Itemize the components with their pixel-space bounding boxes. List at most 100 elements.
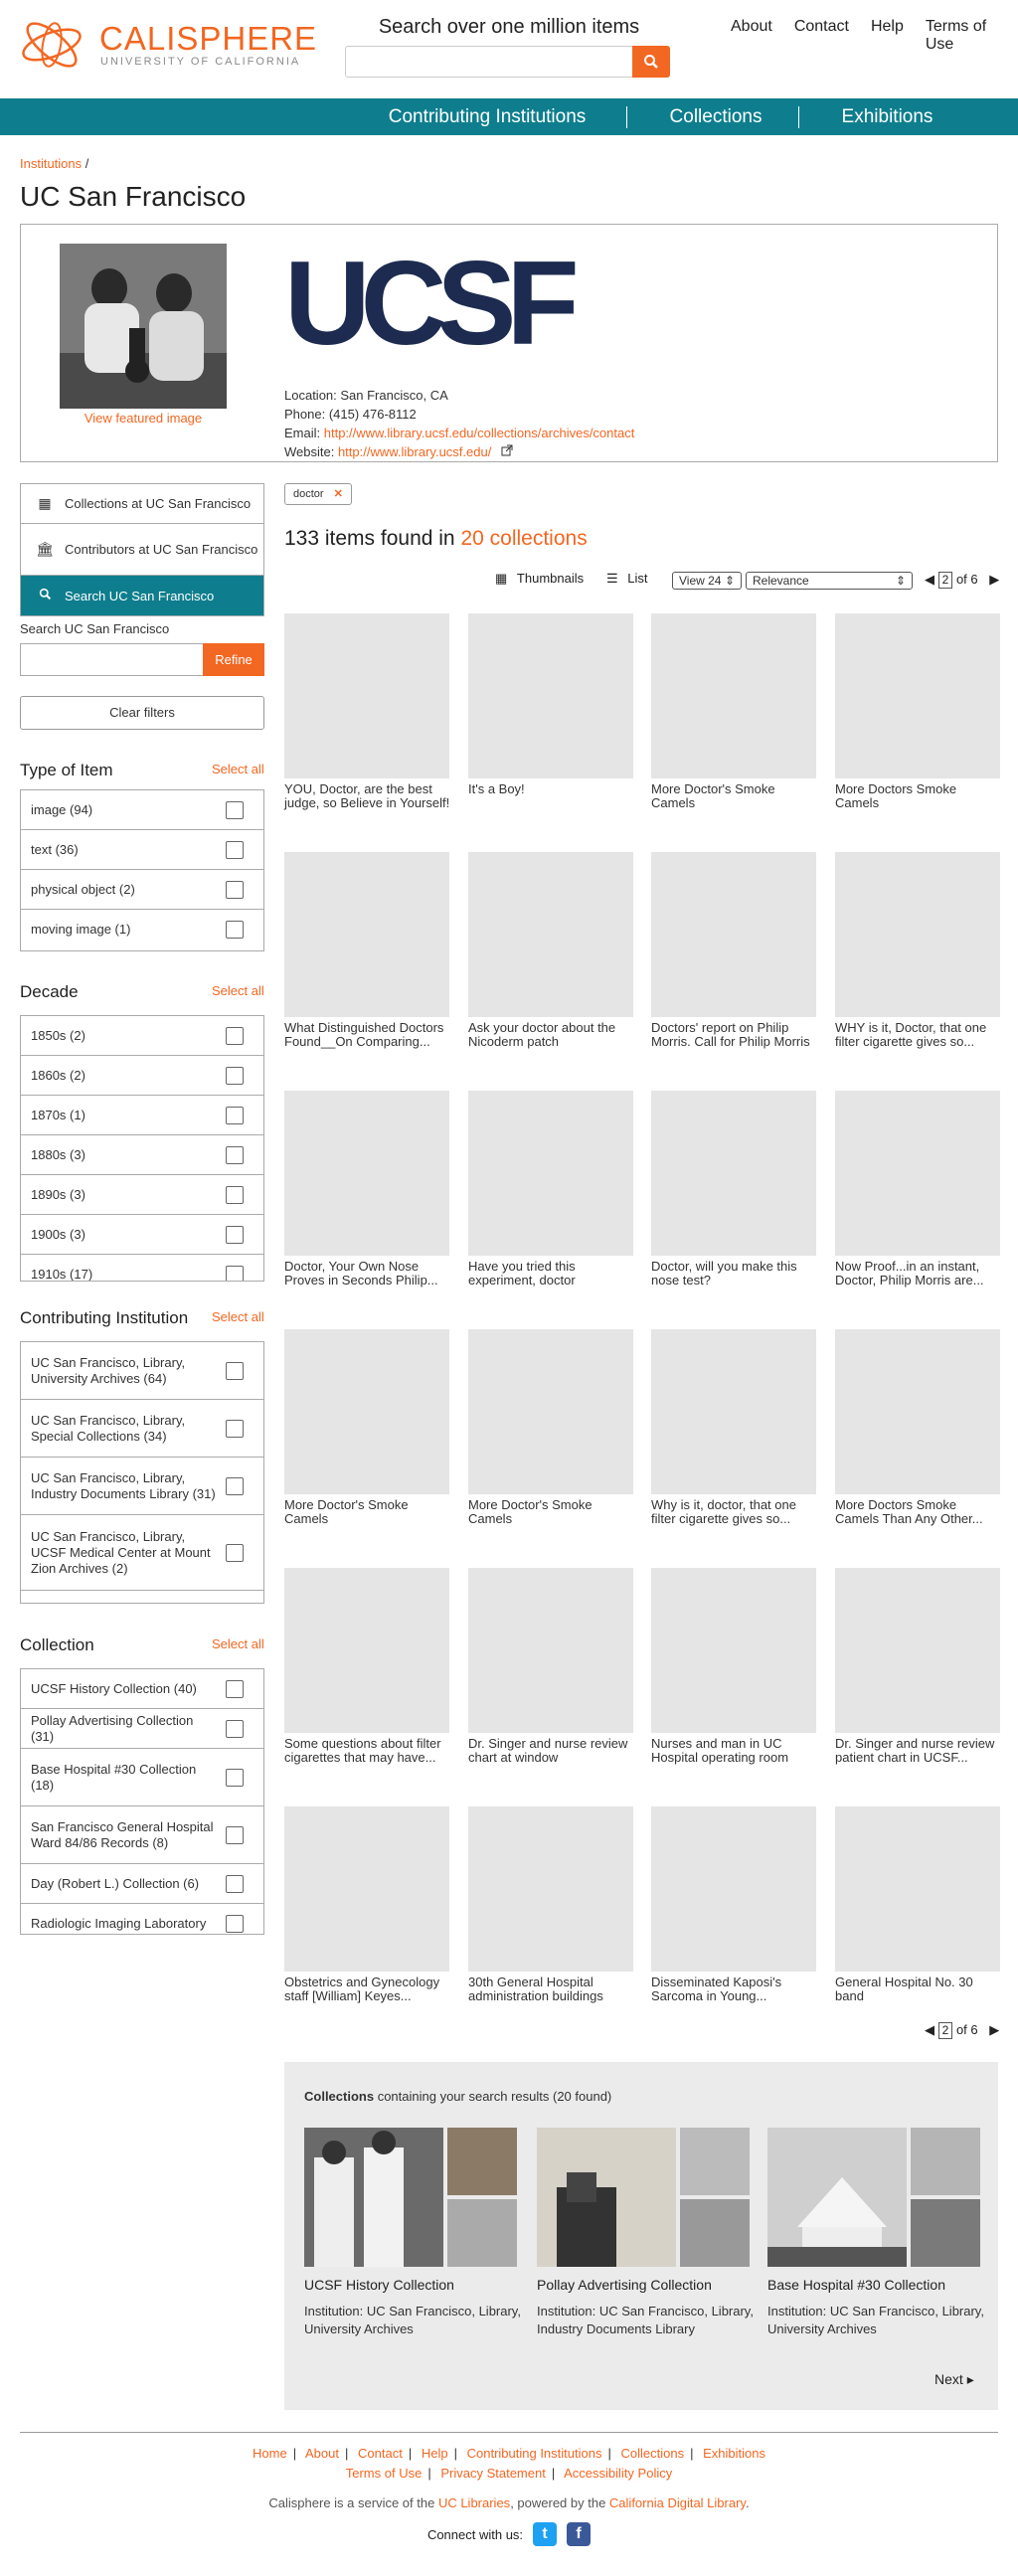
result-thumbnail[interactable] [468,852,633,1017]
brand-name[interactable]: CALISPHERE [99,20,317,58]
page-input[interactable]: 2 [937,572,953,589]
result-thumbnail[interactable] [835,613,1000,778]
result-thumbnail[interactable] [651,613,816,778]
result-title[interactable]: Disseminated Kaposi's Sarcoma in Young..… [651,1975,818,2003]
footer-contact[interactable]: Contact [358,2446,403,2461]
close-icon[interactable]: ✕ [334,488,343,500]
result-thumbnail[interactable] [284,1091,449,1256]
facet-collection-select-all[interactable]: Select all [212,1636,264,1651]
result-thumbnail[interactable] [468,1568,633,1733]
facet-option[interactable]: 1910s (17) [21,1255,263,1281]
checkbox[interactable] [226,1066,244,1085]
facet-option[interactable]: text (36) [21,830,263,870]
top-nav-terms[interactable]: Terms of Use [926,18,1018,54]
view-list-toggle[interactable]: ☰ List [606,571,648,587]
facet-option[interactable]: San Francisco General Hospital Ward 84/8… [21,1806,263,1864]
checkbox[interactable] [226,1026,244,1045]
checkbox[interactable] [226,1106,244,1124]
collection-card-name[interactable]: Pollay Advertising Collection [537,2277,712,2293]
footer-home[interactable]: Home [253,2446,287,2461]
result-thumbnail[interactable] [284,1806,449,1972]
result-title[interactable]: More Doctor's Smoke Camels [284,1498,451,1526]
footer-contributing-institutions[interactable]: Contributing Institutions [467,2446,602,2461]
checkbox[interactable] [226,1825,244,1844]
clear-filters-button[interactable]: Clear filters [20,696,264,730]
result-thumbnail[interactable] [468,613,633,778]
checkbox[interactable] [226,1543,244,1562]
footer-collections[interactable]: Collections [620,2446,684,2461]
facet-type-select-all[interactable]: Select all [212,762,264,776]
email-link[interactable]: http://www.library.ucsf.edu/collections/… [324,426,635,440]
result-title[interactable]: It's a Boy! [468,782,635,796]
checkbox[interactable] [226,921,244,939]
result-title[interactable]: Why is it, doctor, that one filter cigar… [651,1498,818,1526]
page-input[interactable]: 2 [937,2022,953,2039]
result-thumbnail[interactable] [284,1568,449,1733]
result-title[interactable]: More Doctors Smoke Camels [835,782,1002,810]
top-nav-contact[interactable]: Contact [794,18,849,54]
result-title[interactable]: More Doctor's Smoke Camels [468,1498,635,1526]
checkbox[interactable] [226,1225,244,1244]
facet-option[interactable]: 1870s (1) [21,1096,263,1135]
checkbox[interactable] [226,1719,244,1738]
collections-next-button[interactable]: Next ▸ [934,2371,974,2388]
collection-card-thumbnail[interactable] [767,2128,980,2267]
footer-terms[interactable]: Terms of Use [346,2466,423,2481]
filter-pill[interactable]: doctor ✕ [284,483,352,505]
result-title[interactable]: Dr. Singer and nurse review chart at win… [468,1737,635,1765]
uc-libraries-link[interactable]: UC Libraries [438,2495,510,2510]
facet-option[interactable]: Pollay Advertising Collection (31) [21,1709,263,1749]
facebook-icon[interactable]: f [567,2522,592,2546]
facet-option[interactable]: 1880s (3) [21,1135,263,1175]
collection-card-thumbnail[interactable] [537,2128,750,2267]
footer-help[interactable]: Help [422,2446,448,2461]
result-thumbnail[interactable] [835,1329,1000,1494]
result-thumbnail[interactable] [651,852,816,1017]
checkbox[interactable] [226,1185,244,1204]
facet-option[interactable]: UC San Francisco, Library, Special Colle… [21,1400,263,1458]
top-nav-about[interactable]: About [731,18,772,54]
footer-about[interactable]: About [305,2446,339,2461]
result-title[interactable]: General Hospital No. 30 band [835,1975,1002,2003]
sidenav-collections[interactable]: ▦ Collections at UC San Francisco [21,484,263,524]
result-title[interactable]: Doctors' report on Philip Morris. Call f… [651,1021,818,1049]
result-title[interactable]: WHY is it, Doctor, that one filter cigar… [835,1021,1002,1049]
facet-option[interactable]: Day (Robert L.) Collection (6) [21,1864,263,1904]
result-title[interactable]: 30th General Hospital administration bui… [468,1975,635,2003]
result-title[interactable]: Doctor, will you make this nose test? [651,1260,818,1288]
checkbox[interactable] [226,880,244,899]
result-title[interactable]: Now Proof...in an instant, Doctor, Phili… [835,1260,1002,1288]
collection-card-name[interactable]: Base Hospital #30 Collection [767,2277,945,2293]
facet-option[interactable]: Radiologic Imaging Laboratory [21,1904,263,1934]
checkbox[interactable] [226,1361,244,1380]
checkbox[interactable] [226,840,244,859]
result-title[interactable]: More Doctor's Smoke Camels [651,782,818,810]
checkbox[interactable] [226,1145,244,1164]
sidenav-contributors[interactable]: 🏛 Contributors at UC San Francisco [21,524,263,576]
prev-page-icon[interactable]: ◀ [925,2022,934,2037]
result-thumbnail[interactable] [835,1806,1000,1972]
next-page-icon[interactable]: ▶ [989,572,999,587]
view-thumbnails-toggle[interactable]: ▦ Thumbnails [495,571,584,587]
facet-option[interactable]: UC San Francisco, Library, UCSF Medical … [21,1515,263,1591]
result-title[interactable]: YOU, Doctor, are the best judge, so Beli… [284,782,451,810]
result-thumbnail[interactable] [284,613,449,778]
nav-collections[interactable]: Collections [646,98,785,135]
calisphere-logo-icon[interactable] [18,18,87,72]
nav-contributing-institutions[interactable]: Contributing Institutions [368,98,606,135]
website-link[interactable]: http://www.library.ucsf.edu/ [338,444,491,459]
result-title[interactable]: Doctor, Your Own Nose Proves in Seconds … [284,1260,451,1288]
result-thumbnail[interactable] [651,1329,816,1494]
result-title[interactable]: Obstetrics and Gynecology staff [William… [284,1975,451,2003]
facet-institution-select-all[interactable]: Select all [212,1309,264,1324]
checkbox[interactable] [226,1266,244,1281]
result-thumbnail[interactable] [468,1091,633,1256]
sort-select[interactable]: Relevance ⇕ [746,572,913,590]
collection-card-thumbnail[interactable] [304,2128,517,2267]
per-page-select[interactable]: View 24 ⇕ [672,572,742,590]
cdl-link[interactable]: California Digital Library [609,2495,746,2510]
checkbox[interactable] [226,1874,244,1893]
facet-option[interactable]: moving image (1) [21,910,263,949]
results-collections-link[interactable]: 20 collections [460,527,587,550]
next-page-icon[interactable]: ▶ [989,2022,999,2037]
